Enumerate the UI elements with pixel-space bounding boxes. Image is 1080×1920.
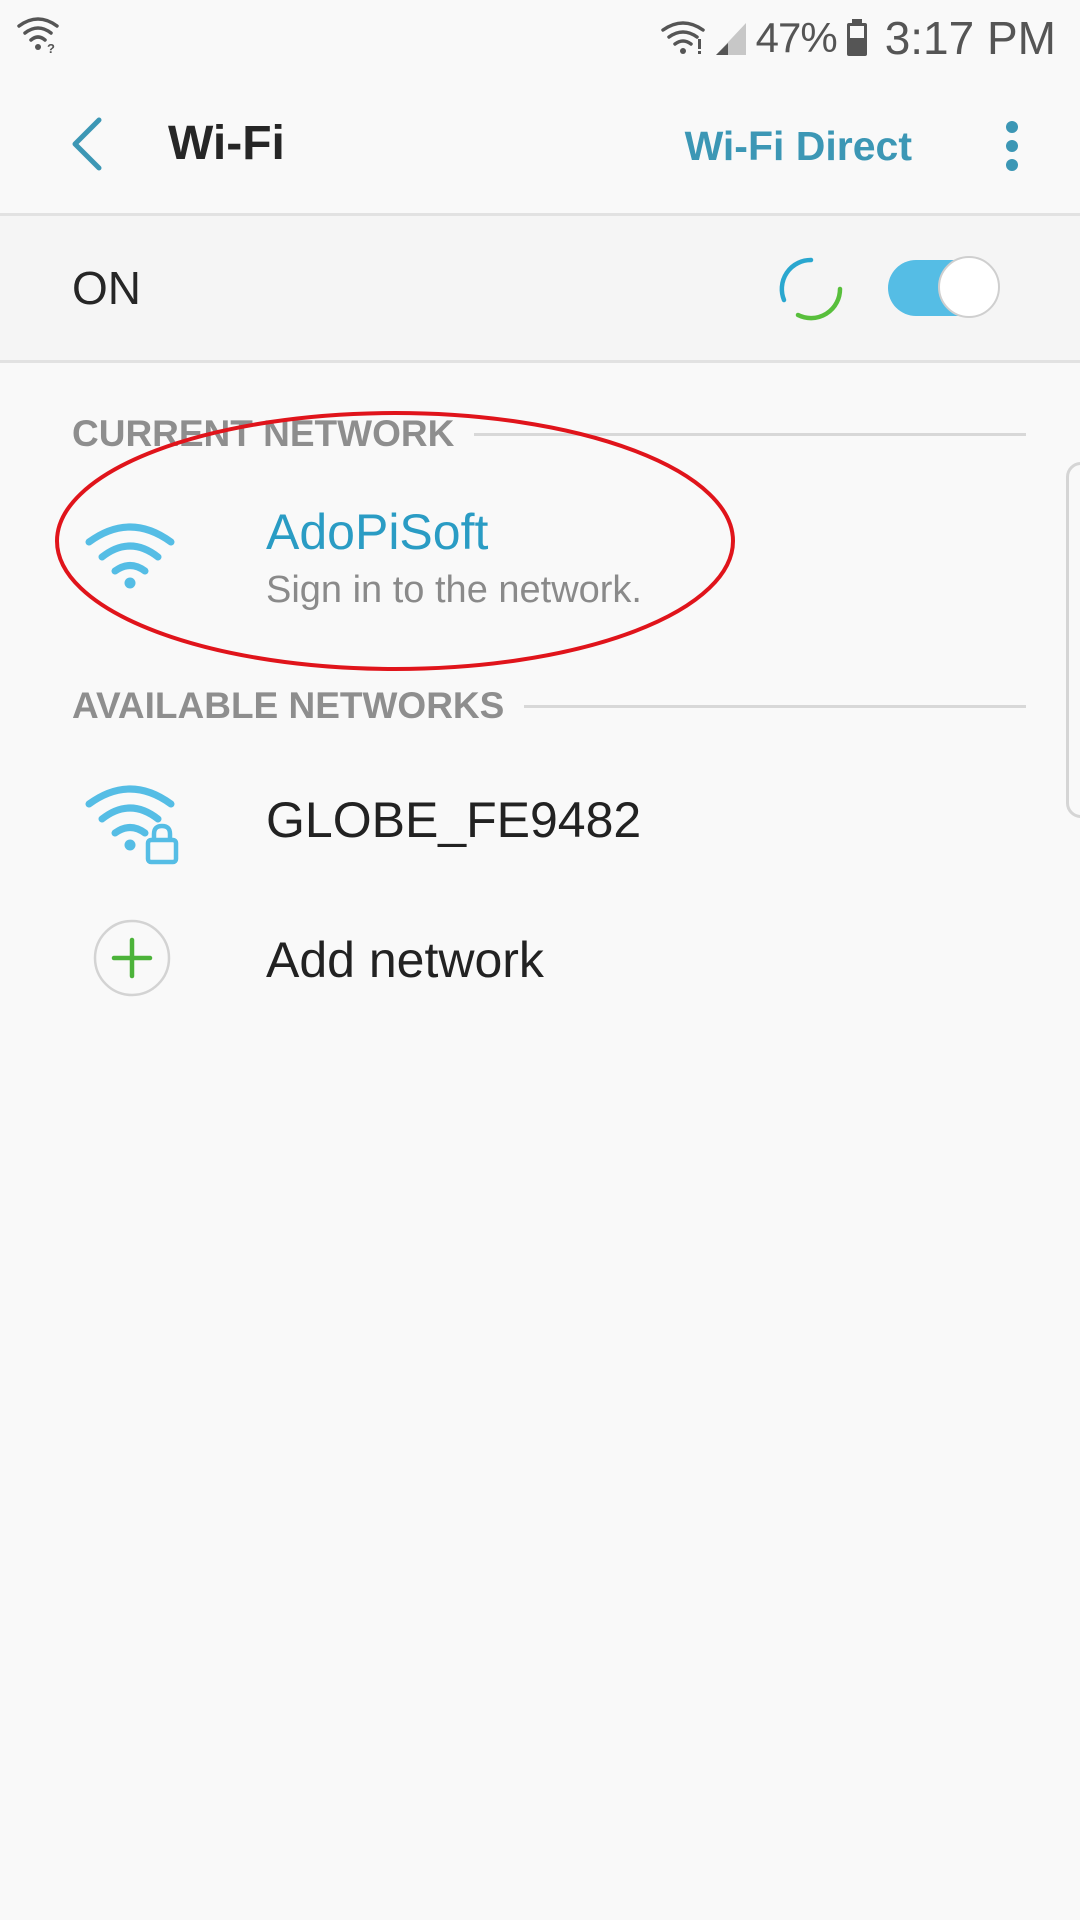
wifi-icon	[660, 19, 706, 57]
status-bar: ? 47% 3:17 PM	[0, 0, 1080, 74]
toggle-knob	[938, 256, 1000, 318]
app-bar: Wi-Fi Wi-Fi Direct	[0, 74, 1080, 214]
wifi-lock-icon	[84, 782, 182, 871]
wifi-icon	[84, 520, 176, 597]
more-options-button[interactable]	[992, 114, 1032, 178]
scanning-spinner-icon	[778, 256, 844, 322]
chevron-left-icon	[72, 117, 102, 171]
battery-percent: 47%	[755, 14, 838, 61]
wifi-question-icon: ?	[16, 14, 60, 58]
current-network-header: CURRENT NETWORK	[72, 410, 1026, 458]
signal-icon	[714, 19, 748, 57]
scroll-indicator	[1066, 462, 1080, 818]
wifi-toggle[interactable]	[886, 256, 1002, 320]
clock: 3:17 PM	[884, 12, 1056, 64]
back-button[interactable]	[56, 112, 116, 176]
divider	[0, 360, 1080, 363]
wifi-settings-screen: ? 47% 3:17 PM Wi-Fi Wi-Fi Direct ON CURR…	[0, 0, 1080, 1920]
add-network-label: Add network	[266, 932, 544, 988]
wifi-state-label: ON	[72, 262, 141, 314]
svg-text:?: ?	[47, 41, 55, 54]
section-title: AVAILABLE NETWORKS	[72, 685, 505, 726]
page-title: Wi-Fi	[168, 117, 285, 170]
available-networks-header: AVAILABLE NETWORKS	[72, 682, 1026, 730]
network-name: AdoPiSoft	[266, 504, 489, 560]
add-network-item[interactable]: Add network	[0, 900, 1080, 1020]
wifi-direct-button[interactable]: Wi-Fi Direct	[685, 118, 912, 174]
plus-icon	[92, 918, 172, 1003]
section-title: CURRENT NETWORK	[72, 413, 455, 454]
battery-icon	[845, 18, 869, 58]
network-name: GLOBE_FE9482	[266, 792, 642, 848]
status-right-cluster: 47% 3:17 PM	[660, 6, 1056, 70]
wifi-master-switch-row[interactable]: ON	[0, 216, 1080, 360]
current-network-item[interactable]: AdoPiSoft Sign in to the network.	[0, 480, 1080, 630]
section-divider	[474, 432, 1026, 436]
network-item[interactable]: GLOBE_FE9482	[0, 760, 1080, 880]
more-vert-icon	[1006, 121, 1018, 171]
network-status: Sign in to the network.	[266, 569, 642, 611]
section-divider	[524, 704, 1026, 708]
